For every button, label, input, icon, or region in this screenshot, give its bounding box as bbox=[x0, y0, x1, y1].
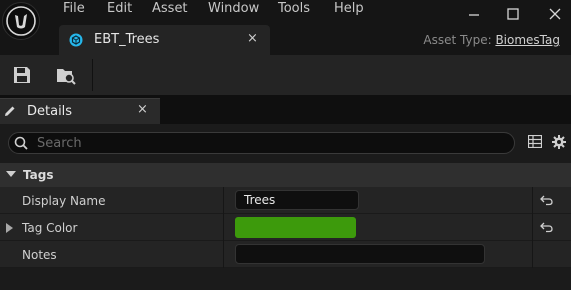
notes-field[interactable] bbox=[235, 244, 485, 264]
menu-asset[interactable]: Asset bbox=[152, 1, 188, 17]
category-header-tags[interactable]: Tags bbox=[0, 163, 571, 187]
minimize-button[interactable] bbox=[459, 2, 489, 26]
browse-to-asset-icon bbox=[57, 69, 76, 85]
data-asset-icon bbox=[69, 33, 83, 47]
maximize-button[interactable] bbox=[498, 2, 528, 26]
asset-type-prefix: Asset Type: bbox=[423, 33, 496, 47]
search-box bbox=[8, 132, 515, 154]
minimize-icon bbox=[469, 14, 479, 16]
property-row-tag-color: Tag Color bbox=[0, 214, 571, 241]
property-label: Tag Color bbox=[22, 221, 78, 235]
property-row-display-name: Display Name Trees bbox=[0, 187, 571, 214]
column-divider bbox=[532, 241, 533, 268]
chevron-down-icon bbox=[6, 171, 16, 177]
table-view-icon[interactable] bbox=[528, 135, 542, 148]
close-icon bbox=[549, 8, 561, 20]
browse-to-asset-button[interactable] bbox=[51, 61, 79, 89]
menu-file[interactable]: File bbox=[63, 1, 85, 17]
asset-type-link[interactable]: BiomesTag bbox=[495, 33, 560, 47]
category-label: Tags bbox=[23, 168, 54, 182]
document-tab-label: EBT_Trees bbox=[94, 32, 160, 47]
asset-type-info: Asset Type: BiomesTag bbox=[423, 33, 560, 47]
details-tab-close-button[interactable]: × bbox=[137, 102, 148, 117]
property-label: Notes bbox=[22, 248, 57, 262]
document-tab-close-button[interactable]: × bbox=[247, 31, 258, 46]
menu-edit[interactable]: Edit bbox=[107, 1, 132, 17]
menu-tools[interactable]: Tools bbox=[278, 1, 310, 17]
column-divider bbox=[223, 214, 224, 241]
property-row-notes: Notes bbox=[0, 241, 571, 268]
pencil-icon bbox=[5, 106, 15, 116]
column-divider bbox=[223, 187, 224, 214]
unreal-logo-icon[interactable] bbox=[2, 2, 40, 40]
display-name-field[interactable]: Trees bbox=[235, 190, 359, 210]
save-button[interactable] bbox=[8, 61, 36, 89]
gear-icon[interactable] bbox=[551, 134, 567, 150]
asset-toolbar bbox=[0, 55, 571, 95]
details-panel: Tags Display Name Trees Tag Color Notes bbox=[0, 124, 571, 290]
search-icon bbox=[14, 136, 28, 150]
reset-to-default-icon[interactable] bbox=[540, 221, 553, 233]
property-label: Display Name bbox=[22, 194, 106, 208]
save-icon bbox=[14, 67, 30, 83]
document-tab[interactable]: EBT_Trees × bbox=[59, 25, 270, 55]
menu-help[interactable]: Help bbox=[334, 1, 364, 17]
column-divider bbox=[532, 214, 533, 241]
reset-to-default-icon[interactable] bbox=[540, 194, 553, 206]
close-window-button[interactable] bbox=[540, 2, 570, 26]
details-tab-label: Details bbox=[27, 104, 73, 119]
details-tab[interactable]: Details × bbox=[0, 98, 160, 124]
tag-color-swatch[interactable] bbox=[235, 217, 356, 238]
title-bar: File Edit Asset Window Tools Help EBT_Tr… bbox=[0, 0, 571, 55]
maximize-icon bbox=[507, 8, 519, 20]
menu-window[interactable]: Window bbox=[208, 1, 259, 17]
search-input[interactable] bbox=[37, 134, 497, 152]
column-divider bbox=[223, 241, 224, 268]
column-divider bbox=[532, 187, 533, 214]
panel-tab-strip: Details × bbox=[0, 95, 571, 124]
chevron-right-icon[interactable] bbox=[6, 223, 13, 233]
toolbar-separator bbox=[92, 59, 93, 91]
